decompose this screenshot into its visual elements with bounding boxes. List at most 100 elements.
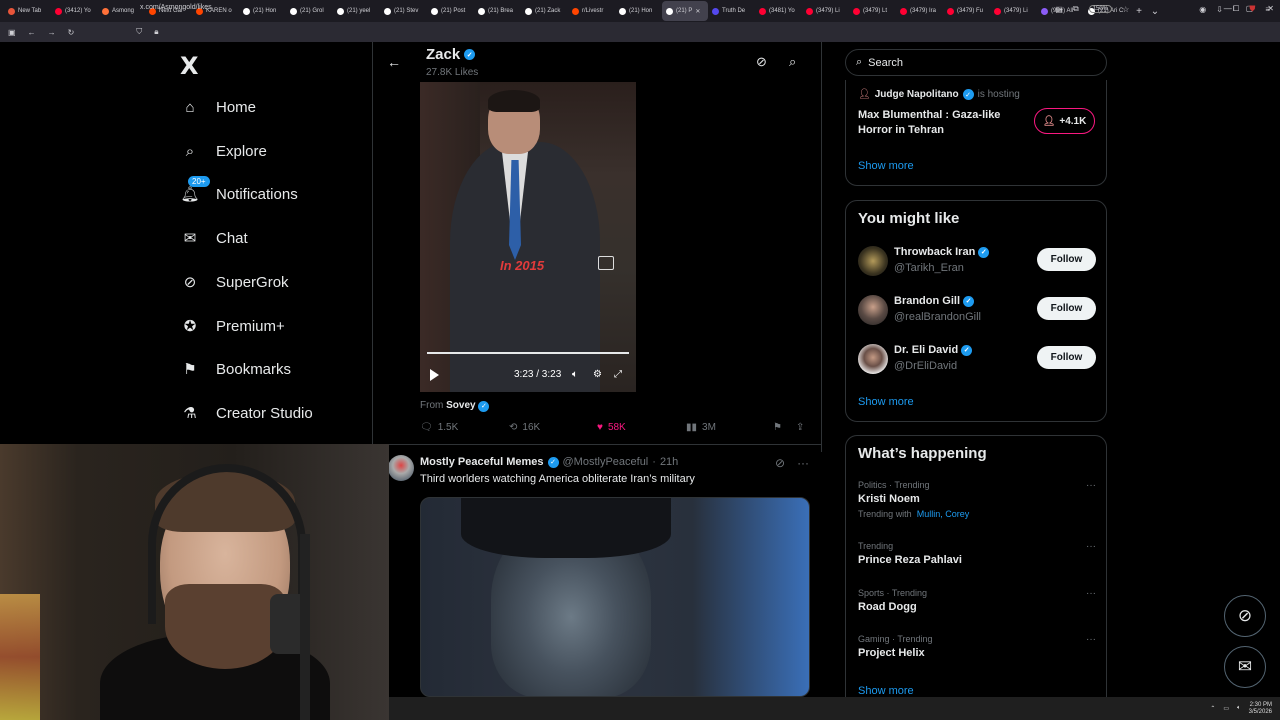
- follow-button[interactable]: Follow: [1037, 248, 1096, 271]
- source-user[interactable]: Sovey: [446, 400, 475, 411]
- tweet-video[interactable]: In 2015: [420, 82, 636, 392]
- show-more-link[interactable]: Show more: [858, 685, 914, 697]
- account-icon[interactable]: ◉: [1199, 5, 1206, 14]
- reply-button[interactable]: 🗨︎ 1.5K: [420, 422, 458, 433]
- browser-tab[interactable]: (21) Stev: [380, 1, 427, 21]
- avatar[interactable]: [858, 344, 888, 374]
- browser-tab[interactable]: (21) Zack: [521, 1, 568, 21]
- follow-suggestion[interactable]: Throwback Iran ✓ @Tarikh_Eran Follow: [858, 245, 1096, 279]
- host-name[interactable]: Judge Napolitano: [875, 89, 959, 100]
- browser-tab[interactable]: (21) Hon: [615, 1, 662, 21]
- reload-icon[interactable]: ↻: [68, 28, 75, 37]
- sidebar-toggle-icon[interactable]: ▣: [8, 28, 16, 37]
- browser-tab[interactable]: Truth De: [708, 1, 755, 21]
- browser-tab[interactable]: (21) Brea: [474, 1, 521, 21]
- browser-tab[interactable]: (3479) Lt: [849, 1, 896, 21]
- grok-icon[interactable]: ⊘: [775, 456, 785, 470]
- repost-button[interactable]: ⟲ 16K: [509, 422, 540, 433]
- browser-tab[interactable]: (21) yeel: [333, 1, 380, 21]
- more-icon[interactable]: ···: [1086, 634, 1096, 645]
- browser-tab[interactable]: (3412) Yo: [51, 1, 98, 21]
- fullscreen-icon[interactable]: ⤢: [614, 369, 622, 380]
- like-button[interactable]: ♥ 58K: [597, 422, 626, 433]
- forward-icon[interactable]: →: [48, 28, 56, 37]
- taskbar-clock[interactable]: 2:30 PM 3/5/2026: [1249, 702, 1272, 716]
- avatar[interactable]: [858, 246, 888, 276]
- browser-tab[interactable]: (3479) Ira: [896, 1, 943, 21]
- trend-item[interactable]: Sports · Trending Road Dogg ···: [858, 588, 1096, 613]
- browser-tab[interactable]: (3479) Fu: [943, 1, 990, 21]
- avatar[interactable]: [388, 455, 414, 481]
- more-icon[interactable]: ···: [1086, 541, 1096, 552]
- star-icon[interactable]: ☆: [1122, 5, 1129, 14]
- back-icon[interactable]: ←: [28, 28, 36, 37]
- browser-tab[interactable]: (21) Hon: [239, 1, 286, 21]
- address-bar[interactable]: x.com/Asmongold/likes: [140, 4, 212, 11]
- browser-tab[interactable]: (21) Post: [427, 1, 474, 21]
- space-title[interactable]: Max Blumenthal : Gaza-like Horror in Teh…: [858, 108, 1023, 138]
- show-more-link[interactable]: Show more: [858, 160, 914, 172]
- nav-item-supergrok[interactable]: ⊘ SuperGrok: [180, 272, 289, 292]
- volume-icon[interactable]: 🔈︎: [572, 369, 578, 380]
- browser-tab[interactable]: r/Livestr: [568, 1, 615, 21]
- nav-item-explore[interactable]: ⌕ Explore: [180, 141, 267, 161]
- extensions-icon[interactable]: ⧠: [1233, 4, 1239, 14]
- trend-item[interactable]: Politics · Trending Kristi Noem Trending…: [858, 480, 1096, 519]
- show-more-link[interactable]: Show more: [858, 396, 914, 408]
- nav-item-notifications[interactable]: 🔔︎ 20+ Notifications: [180, 176, 298, 204]
- menu-icon[interactable]: ≡: [1265, 5, 1270, 14]
- follow-button[interactable]: Follow: [1037, 297, 1096, 320]
- browser-tab[interactable]: New Tab: [4, 1, 51, 21]
- browser-tab[interactable]: (21) Grol: [286, 1, 333, 21]
- views-button[interactable]: ▮▮ 3M: [686, 422, 716, 433]
- share-button[interactable]: ⇪: [796, 422, 804, 433]
- video-progress-bar[interactable]: [427, 352, 629, 354]
- more-icon[interactable]: ···: [797, 456, 809, 470]
- follow-suggestion[interactable]: Brandon Gill ✓ @realBrandonGill Follow: [858, 294, 1096, 328]
- nav-item-premium[interactable]: ✪ Premium+: [180, 316, 285, 336]
- tray-chevron-icon[interactable]: ⌃: [1210, 705, 1215, 712]
- browser-tab[interactable]: (3479) Li: [802, 1, 849, 21]
- follow-button[interactable]: Follow: [1037, 346, 1096, 369]
- bookmark-button[interactable]: ⚑: [773, 422, 782, 433]
- picture-in-picture-icon[interactable]: [598, 256, 614, 270]
- reader-view-icon[interactable]: ▤: [1055, 5, 1063, 14]
- pip-icon[interactable]: ⧉: [1073, 4, 1079, 14]
- nav-item-bookmarks[interactable]: ⚑ Bookmarks: [180, 359, 291, 379]
- play-icon[interactable]: [430, 369, 439, 381]
- browser-tab[interactable]: Asmong: [98, 1, 145, 21]
- network-icon[interactable]: ▭: [1223, 705, 1229, 712]
- ublock-icon[interactable]: ⛊: [1249, 4, 1255, 14]
- more-icon[interactable]: ···: [1086, 588, 1096, 599]
- settings-icon[interactable]: ⚙: [593, 369, 602, 380]
- author-name[interactable]: Mostly Peaceful Memes: [420, 456, 544, 468]
- shield-icon[interactable]: ⛉: [136, 27, 142, 37]
- browser-tab[interactable]: (3481) Yo: [755, 1, 802, 21]
- downloads-icon[interactable]: ⇩: [1216, 5, 1223, 14]
- nav-item-creator-studio[interactable]: ⚗ Creator Studio: [180, 403, 312, 423]
- more-icon[interactable]: ···: [1086, 480, 1096, 491]
- tweet-time[interactable]: 21h: [660, 456, 678, 468]
- nav-item-home[interactable]: ⌂ Home: [180, 97, 256, 117]
- trend-item[interactable]: Gaming · Trending Project Helix ···: [858, 634, 1096, 659]
- follow-suggestion[interactable]: Dr. Eli David ✓ @DrEliDavid Follow: [858, 343, 1096, 377]
- volume-icon[interactable]: 🔈︎: [1237, 705, 1241, 712]
- trending-with-links[interactable]: Mullin, Corey: [917, 509, 970, 519]
- x-logo[interactable]: X: [180, 52, 199, 80]
- browser-tab[interactable]: (3479) Li: [990, 1, 1037, 21]
- search-icon[interactable]: ⌕: [789, 54, 796, 70]
- close-tab-icon[interactable]: ✕: [695, 8, 700, 15]
- grok-icon[interactable]: ⊘: [756, 54, 767, 70]
- tweet-media[interactable]: [420, 497, 810, 697]
- grok-fab-button[interactable]: ⊘: [1224, 595, 1266, 637]
- space-listeners-button[interactable]: 👤︎ +4.1K: [1034, 108, 1095, 134]
- author-handle[interactable]: @MostlyPeaceful: [563, 456, 649, 468]
- zoom-level[interactable]: 150%: [1088, 5, 1113, 13]
- nav-item-chat[interactable]: ✉ Chat: [180, 228, 248, 248]
- trend-item[interactable]: Trending Prince Reza Pahlavi ···: [858, 541, 1096, 566]
- messages-fab-button[interactable]: ✉: [1224, 646, 1266, 688]
- search-input[interactable]: ⌕ Search: [845, 49, 1107, 76]
- back-arrow-icon[interactable]: ←: [387, 54, 401, 70]
- browser-tab[interactable]: (21) P ✕: [662, 1, 708, 21]
- avatar[interactable]: [858, 295, 888, 325]
